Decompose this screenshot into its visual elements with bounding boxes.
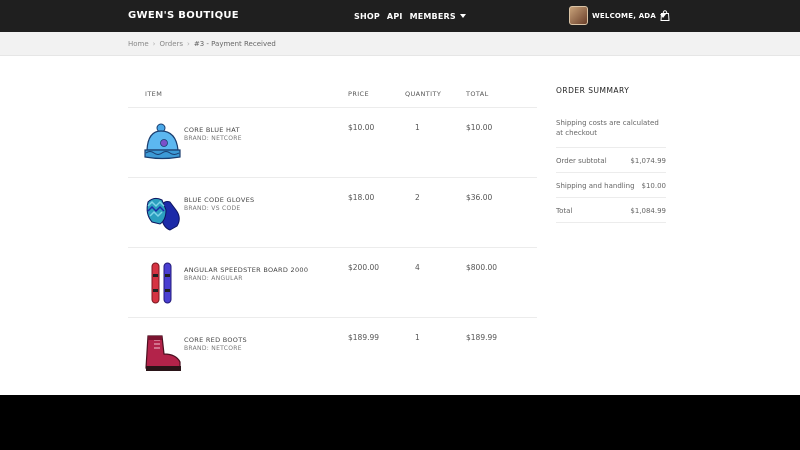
header-item: ITEM (145, 90, 163, 98)
price-cell: $189.99 (348, 333, 380, 342)
quantity-cell: 1 (415, 123, 420, 132)
snowboard-icon[interactable] (142, 262, 184, 304)
user-menu[interactable]: WELCOME, ADA (569, 6, 666, 25)
breadcrumb-separator: › (187, 40, 190, 48)
shipping-note: Shipping costs are calculated at checkou… (556, 118, 666, 148)
nav-members[interactable]: MEMBERS (410, 12, 466, 21)
header-total: TOTAL (466, 90, 489, 98)
quantity-cell: 2 (415, 193, 420, 202)
quantity-cell: 1 (415, 333, 420, 342)
breadcrumb-orders[interactable]: Orders (159, 40, 183, 48)
table-row: BLUE CODE GLOVES BRAND: VS CODE $18.00 2… (128, 178, 537, 248)
product-brand: BRAND: NETCORE (184, 135, 242, 142)
nav-shop[interactable]: SHOP (354, 12, 380, 21)
product-name[interactable]: CORE RED BOOTS (184, 336, 247, 344)
total-value: $1,084.99 (630, 207, 666, 215)
chevron-down-icon (459, 14, 466, 18)
total-line: Total $1,084.99 (556, 198, 666, 223)
total-cell: $800.00 (466, 263, 498, 272)
total-cell: $36.00 (466, 193, 493, 202)
main-nav: SHOP API MEMBERS (354, 12, 466, 21)
price-cell: $200.00 (348, 263, 380, 272)
order-summary: ORDER SUMMARY Shipping costs are calcula… (556, 86, 666, 223)
product-brand: BRAND: NETCORE (184, 345, 242, 352)
shipping-label: Shipping and handling (556, 182, 635, 190)
avatar (569, 6, 588, 25)
order-detail-content: ITEM PRICE QUANTITY TOTAL CORE BLUE HAT … (0, 56, 800, 395)
shipping-line: Shipping and handling $10.00 (556, 173, 666, 198)
nav-api[interactable]: API (387, 12, 403, 21)
shipping-value: $10.00 (641, 182, 667, 190)
table-header: ITEM PRICE QUANTITY TOTAL (128, 82, 537, 108)
product-name[interactable]: CORE BLUE HAT (184, 126, 240, 134)
subtotal-label: Order subtotal (556, 157, 607, 165)
shopping-bag-icon[interactable] (660, 10, 670, 21)
price-cell: $10.00 (348, 123, 375, 132)
breadcrumb-current: #3 - Payment Received (193, 40, 276, 48)
total-cell: $189.99 (466, 333, 498, 342)
header-price: PRICE (348, 90, 369, 98)
product-brand: BRAND: ANGULAR (184, 275, 243, 282)
gloves-icon[interactable] (142, 192, 184, 234)
blue-hat-icon[interactable] (142, 122, 184, 164)
product-brand: BRAND: VS CODE (184, 205, 241, 212)
table-row: CORE RED BOOTS BRAND: NETCORE $189.99 1 … (128, 318, 537, 388)
subtotal-line: Order subtotal $1,074.99 (556, 148, 666, 173)
subtotal-value: $1,074.99 (630, 157, 666, 165)
nav-members-label: MEMBERS (409, 12, 456, 21)
product-name[interactable]: BLUE CODE GLOVES (184, 196, 254, 204)
user-welcome-label: WELCOME, ADA (592, 11, 656, 20)
quantity-cell: 4 (415, 263, 420, 272)
summary-title: ORDER SUMMARY (556, 86, 630, 95)
brand-logo[interactable]: GWEN'S BOUTIQUE (128, 10, 239, 21)
breadcrumb-home[interactable]: Home (128, 40, 149, 48)
breadcrumb: Home › Orders › #3 - Payment Received (128, 40, 276, 48)
breadcrumb-separator: › (152, 40, 156, 48)
breadcrumb-bar: Home › Orders › #3 - Payment Received (0, 32, 800, 56)
table-row: ANGULAR SPEEDSTER BOARD 2000 BRAND: ANGU… (128, 248, 537, 318)
table-row: CORE BLUE HAT BRAND: NETCORE $10.00 1 $1… (128, 108, 537, 178)
header-quantity: QUANTITY (405, 90, 442, 98)
product-name[interactable]: ANGULAR SPEEDSTER BOARD 2000 (184, 266, 308, 274)
price-cell: $18.00 (348, 193, 375, 202)
order-items-table: ITEM PRICE QUANTITY TOTAL CORE BLUE HAT … (128, 82, 537, 388)
total-label: Total (556, 207, 573, 215)
top-navbar: GWEN'S BOUTIQUE SHOP API MEMBERS WELCOME… (0, 0, 800, 32)
red-boots-icon[interactable] (142, 332, 184, 374)
total-cell: $10.00 (466, 123, 493, 132)
page-bottom-area (0, 395, 800, 450)
